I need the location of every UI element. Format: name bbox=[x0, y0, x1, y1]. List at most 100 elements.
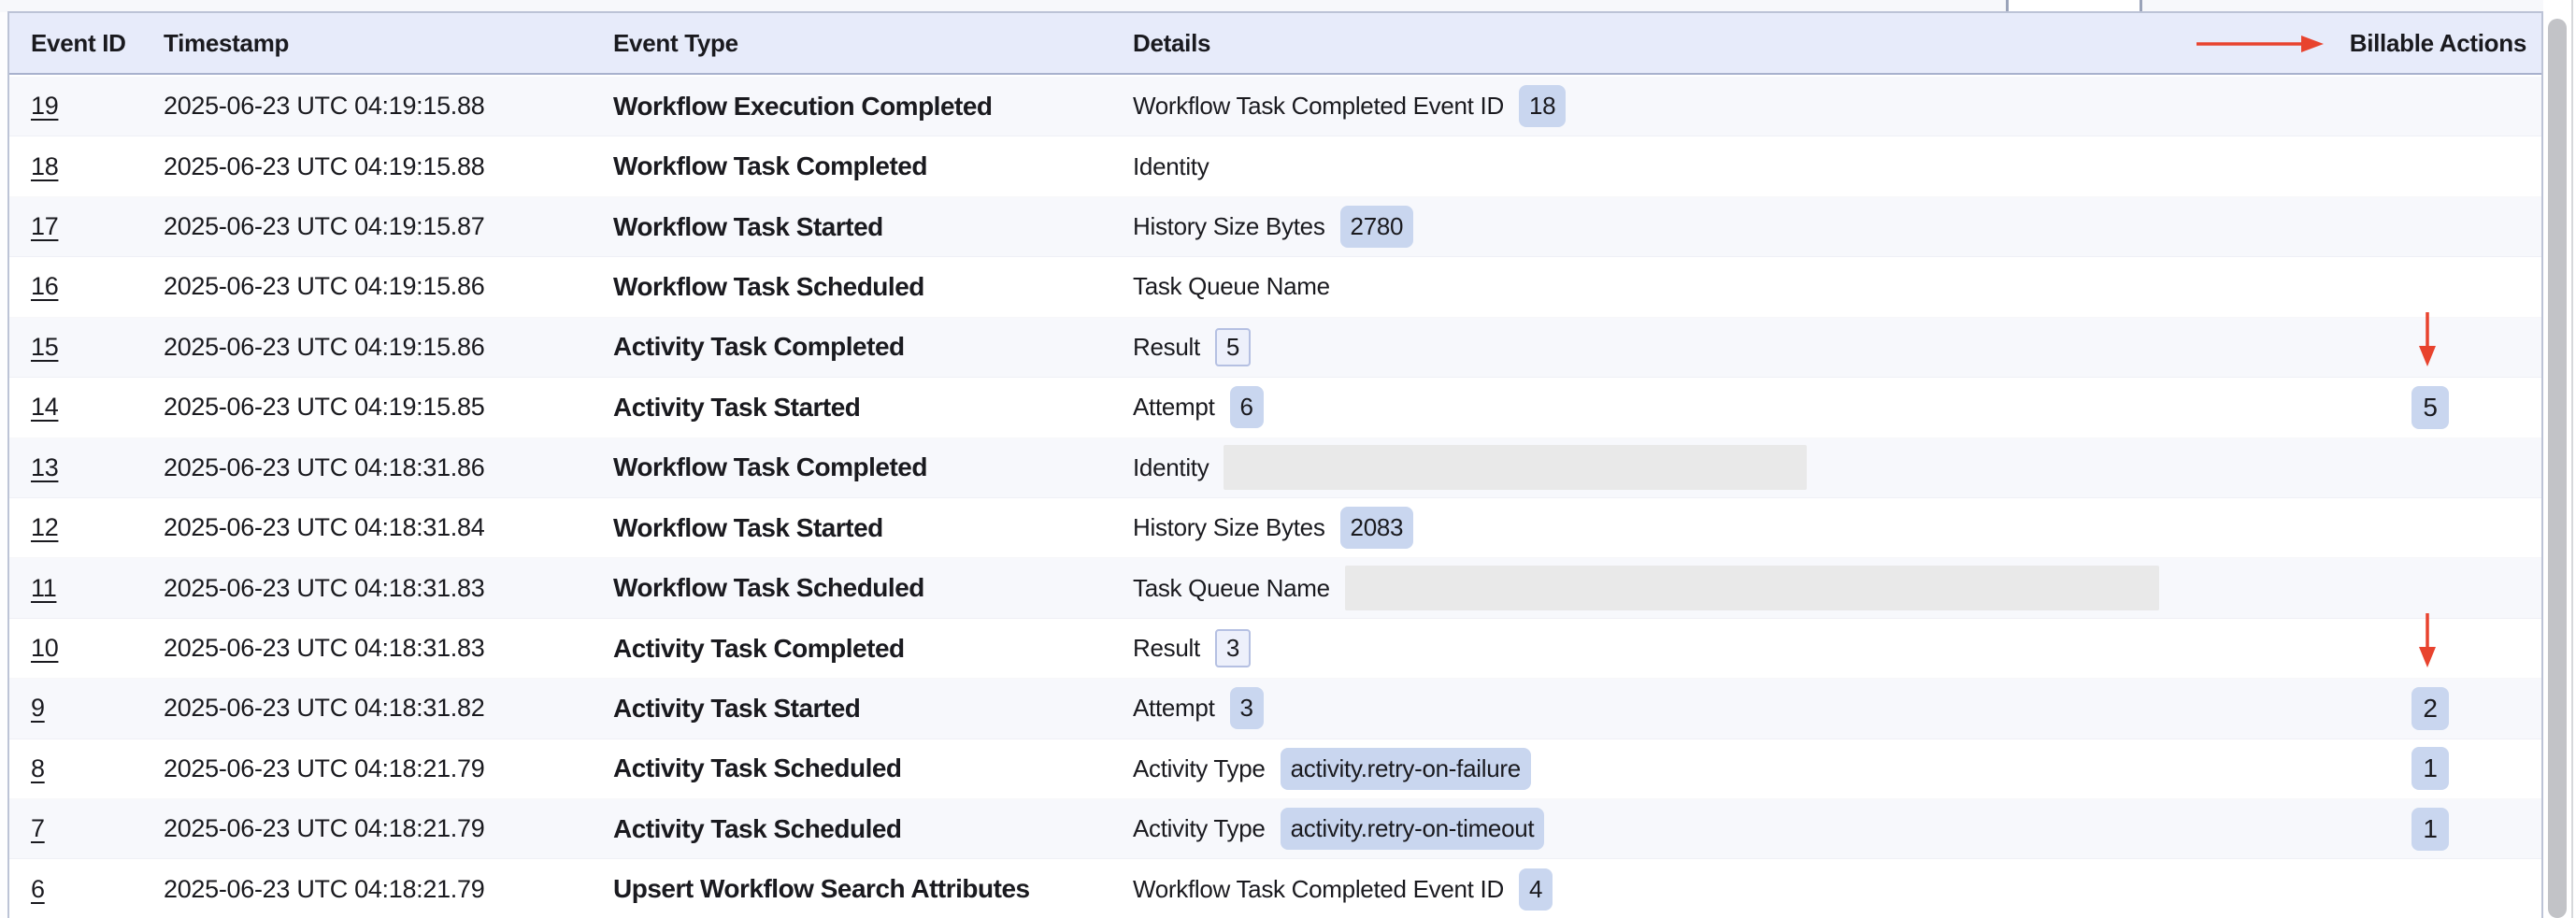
billable-actions-cell bbox=[2242, 77, 2541, 136]
event-type: Workflow Task Scheduled bbox=[613, 573, 1133, 603]
detail-label: Attempt bbox=[1133, 393, 1215, 422]
event-id-link[interactable]: 12 bbox=[31, 513, 58, 541]
table-body: 19 2025-06-23 UTC 04:19:15.88 Workflow E… bbox=[9, 77, 2541, 918]
table-row: 8 2025-06-23 UTC 04:18:21.79 Activity Ta… bbox=[9, 739, 2541, 799]
column-header-event-type: Event Type bbox=[613, 29, 1133, 58]
event-id-link[interactable]: 10 bbox=[31, 634, 58, 662]
detail-label: Workflow Task Completed Event ID bbox=[1133, 875, 1504, 904]
detail-label: Attempt bbox=[1133, 694, 1215, 723]
event-id-link[interactable]: 18 bbox=[31, 152, 58, 180]
detail-cell: Result 3 bbox=[1133, 629, 2242, 667]
event-type: Activity Task Started bbox=[613, 694, 1133, 724]
scrollbar-thumb[interactable] bbox=[2548, 19, 2567, 918]
detail-cell: Task Queue Name bbox=[1133, 272, 2242, 301]
timestamp: 2025-06-23 UTC 04:18:31.83 bbox=[164, 634, 613, 663]
billable-actions-badge: 1 bbox=[2411, 747, 2449, 790]
timestamp: 2025-06-23 UTC 04:19:15.88 bbox=[164, 92, 613, 121]
billable-actions-cell bbox=[2242, 558, 2541, 617]
table-row: 11 2025-06-23 UTC 04:18:31.83 Workflow T… bbox=[9, 558, 2541, 618]
column-header-event-id: Event ID bbox=[31, 29, 164, 58]
table-row: 13 2025-06-23 UTC 04:18:31.86 Workflow T… bbox=[9, 438, 2541, 498]
detail-label: Identity bbox=[1133, 453, 1209, 482]
event-id-link[interactable]: 8 bbox=[31, 754, 45, 782]
event-id-link[interactable]: 13 bbox=[31, 453, 58, 481]
column-header-details: Details bbox=[1133, 29, 2242, 58]
billable-actions-cell bbox=[2242, 498, 2541, 557]
detail-value: 2780 bbox=[1340, 206, 1414, 248]
detail-cell: Activity Type activity.retry-on-failure bbox=[1133, 748, 2242, 790]
detail-value: activity.retry-on-timeout bbox=[1281, 808, 1545, 850]
detail-cell: Task Queue Name bbox=[1133, 566, 2242, 610]
billable-actions-badge: 1 bbox=[2411, 808, 2449, 851]
event-id-link[interactable]: 11 bbox=[31, 574, 56, 602]
timestamp: 2025-06-23 UTC 04:18:31.82 bbox=[164, 694, 613, 723]
event-id-link[interactable]: 7 bbox=[31, 814, 45, 842]
detail-value: 2083 bbox=[1340, 507, 1414, 549]
event-id-link[interactable]: 15 bbox=[31, 333, 58, 361]
detail-cell: Workflow Task Completed Event ID 18 bbox=[1133, 85, 2242, 127]
detail-cell: Attempt 6 bbox=[1133, 386, 2242, 428]
billable-actions-cell: 1 bbox=[2242, 739, 2541, 798]
detail-label: Result bbox=[1133, 634, 1200, 663]
timestamp: 2025-06-23 UTC 04:19:15.85 bbox=[164, 393, 613, 422]
detail-label: Task Queue Name bbox=[1133, 272, 1330, 301]
detail-label: Result bbox=[1133, 333, 1200, 362]
timestamp: 2025-06-23 UTC 04:18:21.79 bbox=[164, 875, 613, 904]
detail-cell: Result 5 bbox=[1133, 328, 2242, 366]
billable-actions-cell bbox=[2242, 257, 2541, 316]
billable-actions-cell bbox=[2242, 136, 2541, 195]
table-row: 10 2025-06-23 UTC 04:18:31.83 Activity T… bbox=[9, 619, 2541, 679]
timestamp: 2025-06-23 UTC 04:18:31.83 bbox=[164, 574, 613, 603]
window-edge-divider bbox=[2571, 0, 2573, 918]
event-type: Workflow Task Completed bbox=[613, 452, 1133, 482]
billable-actions-badge: 2 bbox=[2411, 687, 2449, 730]
workflow-history-screen: Event ID Timestamp Event Type Details Bi… bbox=[0, 0, 2576, 918]
billable-actions-cell bbox=[2242, 619, 2541, 678]
event-type: Workflow Task Scheduled bbox=[613, 272, 1133, 302]
detail-value: 18 bbox=[1519, 85, 1566, 127]
event-type: Upsert Workflow Search Attributes bbox=[613, 874, 1133, 904]
detail-label: History Size Bytes bbox=[1133, 212, 1325, 241]
detail-label: Activity Type bbox=[1133, 814, 1266, 843]
detail-cell: History Size Bytes 2083 bbox=[1133, 507, 2242, 549]
timestamp: 2025-06-23 UTC 04:19:15.86 bbox=[164, 333, 613, 362]
billable-actions-cell bbox=[2242, 318, 2541, 377]
billable-actions-cell: 1 bbox=[2242, 799, 2541, 858]
table-row: 15 2025-06-23 UTC 04:19:15.86 Activity T… bbox=[9, 318, 2541, 378]
timestamp: 2025-06-23 UTC 04:18:31.84 bbox=[164, 513, 613, 542]
table-header-row: Event ID Timestamp Event Type Details Bi… bbox=[9, 13, 2541, 75]
detail-cell: Workflow Task Completed Event ID 4 bbox=[1133, 868, 2242, 911]
detail-value: 3 bbox=[1215, 629, 1251, 667]
table-row: 19 2025-06-23 UTC 04:19:15.88 Workflow E… bbox=[9, 77, 2541, 136]
red-arrow-down-icon bbox=[2418, 613, 2437, 667]
event-id-link[interactable]: 14 bbox=[31, 393, 58, 421]
column-header-timestamp: Timestamp bbox=[164, 29, 613, 58]
detail-cell: History Size Bytes 2780 bbox=[1133, 206, 2242, 248]
redacted-value bbox=[1224, 445, 1807, 490]
event-type: Workflow Task Completed bbox=[613, 151, 1133, 181]
event-type: Activity Task Scheduled bbox=[613, 753, 1133, 783]
detail-value: 5 bbox=[1215, 328, 1251, 366]
detail-label: History Size Bytes bbox=[1133, 513, 1325, 542]
event-history-table: Event ID Timestamp Event Type Details Bi… bbox=[7, 11, 2543, 918]
detail-label: Activity Type bbox=[1133, 754, 1266, 783]
billable-actions-cell: 2 bbox=[2242, 679, 2541, 738]
detail-cell: Activity Type activity.retry-on-timeout bbox=[1133, 808, 2242, 850]
timestamp: 2025-06-23 UTC 04:18:21.79 bbox=[164, 814, 613, 843]
event-type: Workflow Task Started bbox=[613, 513, 1133, 543]
event-type: Workflow Execution Completed bbox=[613, 92, 1133, 122]
table-row: 18 2025-06-23 UTC 04:19:15.88 Workflow T… bbox=[9, 136, 2541, 196]
table-row: 14 2025-06-23 UTC 04:19:15.85 Activity T… bbox=[9, 378, 2541, 437]
event-id-link[interactable]: 16 bbox=[31, 272, 58, 300]
event-id-link[interactable]: 9 bbox=[31, 694, 45, 722]
detail-label: Identity bbox=[1133, 152, 1209, 181]
event-id-link[interactable]: 17 bbox=[31, 212, 58, 240]
detail-cell: Identity bbox=[1133, 445, 2242, 490]
event-type: Activity Task Started bbox=[613, 393, 1133, 423]
detail-value: 4 bbox=[1519, 868, 1553, 911]
event-id-link[interactable]: 19 bbox=[31, 92, 58, 120]
event-id-link[interactable]: 6 bbox=[31, 875, 45, 903]
event-type: Activity Task Completed bbox=[613, 634, 1133, 664]
billable-actions-cell bbox=[2242, 859, 2541, 918]
event-type: Activity Task Completed bbox=[613, 332, 1133, 362]
